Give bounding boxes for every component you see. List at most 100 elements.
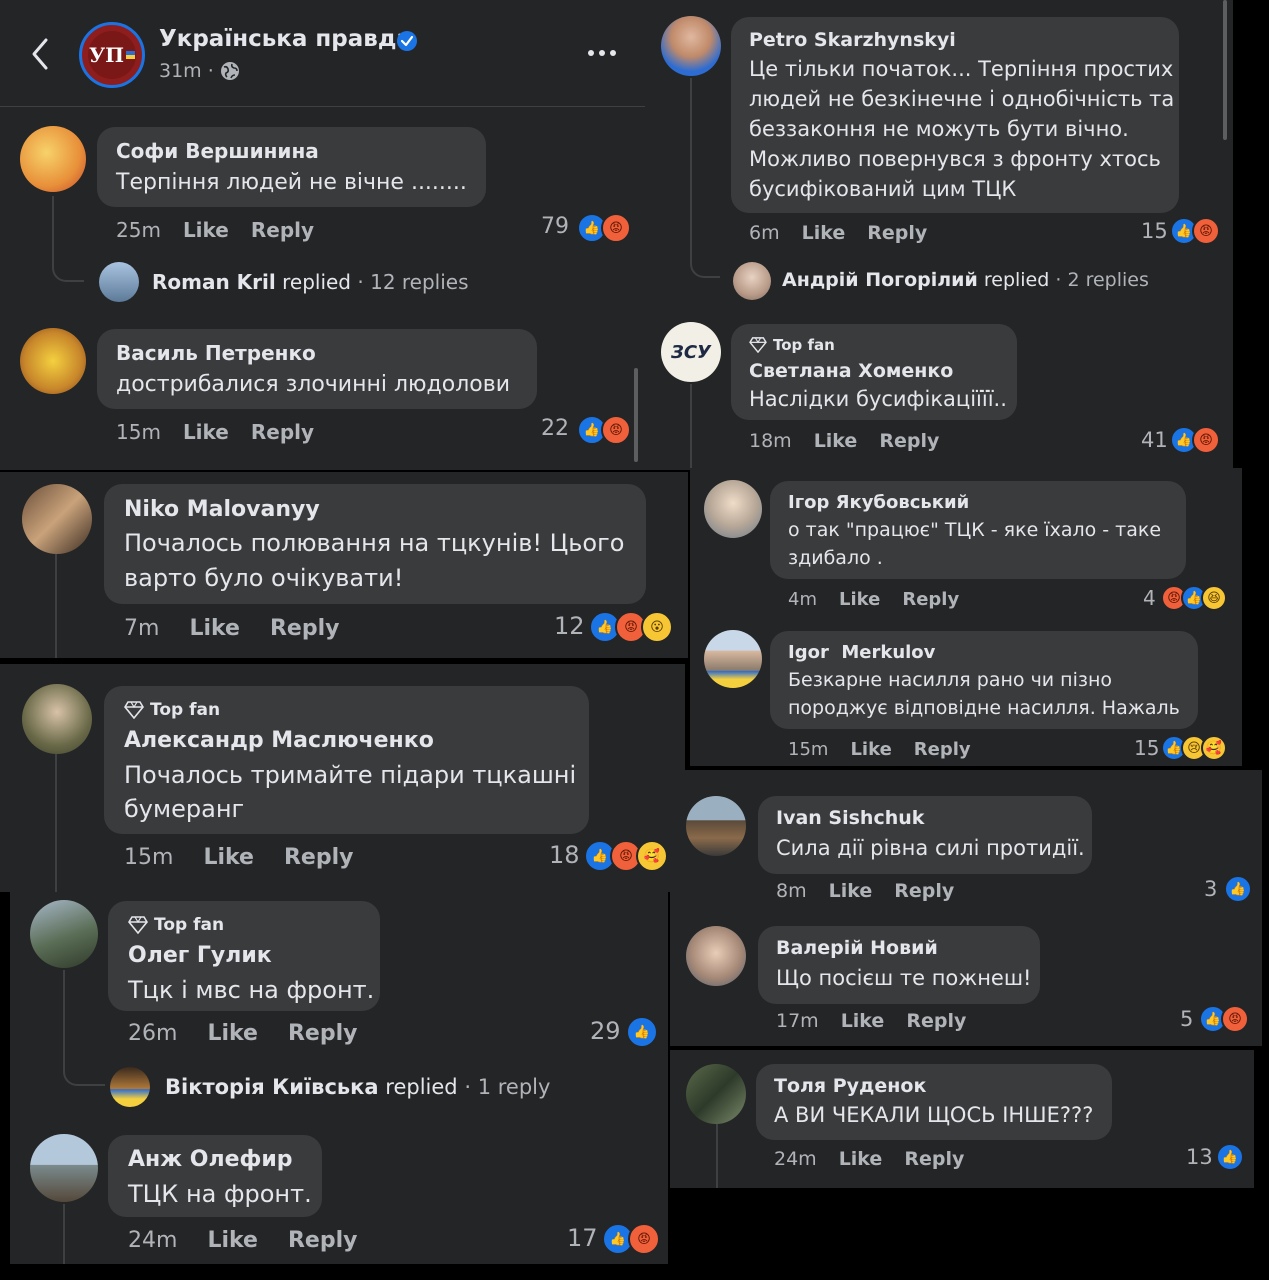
comment-author[interactable]: Ivan Sishchuk bbox=[776, 807, 924, 829]
comment-author[interactable]: Олег Гулик bbox=[128, 943, 272, 968]
comment-time[interactable]: 24m bbox=[128, 1228, 177, 1253]
reaction-count[interactable]: 12 bbox=[554, 612, 585, 640]
avatar[interactable] bbox=[110, 1067, 150, 1107]
reply-link[interactable]: Reply bbox=[867, 222, 927, 244]
reaction-icons[interactable]: 👍 😡 bbox=[577, 415, 631, 445]
view-replies-link[interactable]: Андрій Погорілий replied · 2 replies bbox=[782, 269, 1149, 291]
reaction-count[interactable]: 15 bbox=[1141, 219, 1168, 243]
comment-author[interactable]: Niko Malovanyy bbox=[124, 497, 320, 522]
like-link[interactable]: Like bbox=[841, 1010, 885, 1032]
reaction-count[interactable]: 29 bbox=[590, 1017, 621, 1045]
reply-link[interactable]: Reply bbox=[902, 589, 959, 610]
reaction-count[interactable]: 79 bbox=[541, 214, 569, 239]
like-link[interactable]: Like bbox=[850, 739, 891, 760]
avatar[interactable] bbox=[20, 328, 86, 394]
page-title[interactable]: Українська правда bbox=[159, 26, 412, 52]
scrollbar[interactable] bbox=[1223, 0, 1227, 140]
comment-time[interactable]: 15m bbox=[116, 420, 161, 444]
comment-time[interactable]: 15m bbox=[124, 845, 173, 870]
comment-author[interactable]: Ігор Якубовський bbox=[788, 492, 969, 513]
comment-author[interactable]: Светлана Хоменко bbox=[749, 360, 953, 382]
avatar[interactable] bbox=[704, 630, 762, 688]
view-replies-link[interactable]: Вікторія Київська replied · 1 reply bbox=[165, 1075, 550, 1099]
reply-link[interactable]: Reply bbox=[894, 880, 954, 902]
reaction-count[interactable]: 15 bbox=[1134, 736, 1159, 760]
reaction-icons[interactable]: 👍 😡 bbox=[1170, 426, 1220, 454]
reply-link[interactable]: Reply bbox=[288, 1021, 358, 1046]
avatar[interactable] bbox=[22, 684, 92, 754]
comment-time[interactable]: 26m bbox=[128, 1021, 177, 1046]
comment-time[interactable]: 25m bbox=[116, 218, 161, 242]
comment-time[interactable]: 18m bbox=[749, 430, 792, 452]
like-link[interactable]: Like bbox=[183, 218, 229, 242]
like-link[interactable]: Like bbox=[183, 420, 229, 444]
back-arrow-icon[interactable] bbox=[28, 36, 52, 72]
reaction-count[interactable]: 3 bbox=[1204, 877, 1217, 901]
reaction-icons[interactable]: 👍 😡 bbox=[1170, 217, 1220, 245]
like-link[interactable]: Like bbox=[839, 1148, 883, 1170]
reaction-count[interactable]: 4 bbox=[1143, 586, 1156, 610]
comment-time[interactable]: 24m bbox=[774, 1148, 817, 1170]
avatar[interactable] bbox=[661, 16, 721, 76]
comment-author[interactable]: Александр Маслюченко bbox=[124, 728, 434, 753]
comment-author[interactable]: Софи Вершинина bbox=[116, 139, 319, 163]
reaction-count[interactable]: 18 bbox=[549, 841, 580, 869]
reaction-count[interactable]: 41 bbox=[1141, 428, 1168, 452]
like-link[interactable]: Like bbox=[207, 1228, 258, 1253]
comment-author[interactable]: Petro Skarzhynskyi bbox=[749, 29, 956, 51]
avatar[interactable] bbox=[30, 1134, 98, 1202]
reaction-icons[interactable]: 👍 😡 bbox=[602, 1223, 660, 1255]
reply-link[interactable]: Reply bbox=[284, 845, 354, 870]
reaction-icons[interactable]: 👍 😡 bbox=[1199, 1005, 1249, 1033]
more-options-icon[interactable] bbox=[588, 50, 616, 56]
reaction-count[interactable]: 17 bbox=[567, 1224, 598, 1252]
reply-link[interactable]: Reply bbox=[879, 430, 939, 452]
reply-link[interactable]: Reply bbox=[270, 616, 340, 641]
reaction-icons[interactable]: 👍 😡 😮 bbox=[589, 611, 673, 643]
like-link[interactable]: Like bbox=[802, 222, 846, 244]
comment-author[interactable]: Василь Петренко bbox=[116, 341, 316, 365]
avatar[interactable] bbox=[733, 262, 771, 300]
reaction-count[interactable]: 5 bbox=[1180, 1007, 1193, 1031]
like-link[interactable]: Like bbox=[814, 430, 858, 452]
comment-author[interactable]: Толя Руденок bbox=[774, 1075, 926, 1097]
like-link[interactable]: Like bbox=[207, 1021, 258, 1046]
comment-time[interactable]: 15m bbox=[788, 739, 828, 760]
comment-time[interactable]: 8m bbox=[776, 880, 807, 902]
reaction-count[interactable]: 13 bbox=[1186, 1145, 1213, 1169]
like-link[interactable]: Like bbox=[829, 880, 873, 902]
avatar[interactable] bbox=[686, 926, 746, 986]
comment-author[interactable]: Валерій Новий bbox=[776, 937, 938, 959]
reply-link[interactable]: Reply bbox=[251, 420, 314, 444]
reply-link[interactable]: Reply bbox=[914, 739, 971, 760]
avatar[interactable] bbox=[99, 262, 139, 302]
reply-link[interactable]: Reply bbox=[288, 1228, 358, 1253]
reaction-icons[interactable]: 👍 bbox=[1224, 875, 1252, 903]
reaction-icons[interactable]: 👍 😡 bbox=[577, 213, 631, 243]
reaction-icons[interactable]: 👍 😡 🥰 bbox=[584, 840, 668, 872]
page-avatar[interactable]: УП bbox=[79, 22, 145, 88]
like-link[interactable]: Like bbox=[203, 845, 254, 870]
scrollbar[interactable] bbox=[634, 368, 638, 462]
like-link[interactable]: Like bbox=[839, 589, 880, 610]
comment-time[interactable]: 4m bbox=[788, 589, 817, 610]
comment-author[interactable]: Igor Merkulov bbox=[788, 642, 935, 663]
reply-link[interactable]: Reply bbox=[251, 218, 314, 242]
avatar[interactable] bbox=[704, 480, 762, 538]
comment-time[interactable]: 6m bbox=[749, 222, 780, 244]
reaction-icons[interactable]: 👍 bbox=[626, 1016, 658, 1048]
comment-time[interactable]: 7m bbox=[124, 616, 159, 641]
reply-link[interactable]: Reply bbox=[904, 1148, 964, 1170]
avatar[interactable] bbox=[686, 1064, 746, 1124]
reaction-count[interactable]: 22 bbox=[541, 416, 569, 441]
avatar[interactable]: ЗСУ bbox=[661, 322, 721, 382]
reaction-icons[interactable]: 😡 👍 😆 bbox=[1161, 585, 1227, 611]
avatar[interactable] bbox=[20, 126, 86, 192]
reaction-icons[interactable]: 👍 😢 🥰 bbox=[1161, 735, 1227, 761]
like-link[interactable]: Like bbox=[189, 616, 240, 641]
comment-author[interactable]: Анж Олефир bbox=[128, 1147, 293, 1172]
comment-time[interactable]: 17m bbox=[776, 1010, 819, 1032]
avatar[interactable] bbox=[30, 900, 98, 968]
view-replies-link[interactable]: Roman Kril replied · 12 replies bbox=[152, 270, 469, 294]
avatar[interactable] bbox=[22, 484, 92, 554]
